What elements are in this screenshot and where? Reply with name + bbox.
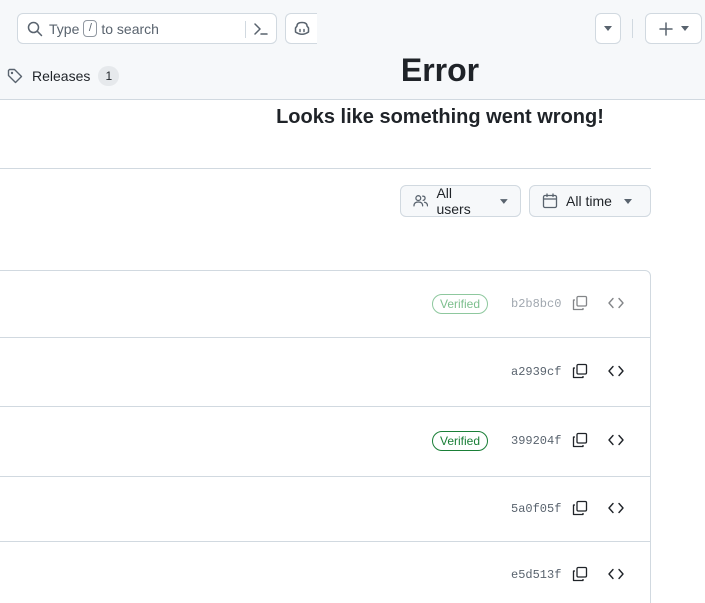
commit-sha-link[interactable]: a2939cf xyxy=(511,365,561,379)
triangle-down-icon xyxy=(604,26,612,31)
search-icon xyxy=(27,21,43,36)
command-palette-icon[interactable] xyxy=(252,20,270,38)
copy-icon[interactable] xyxy=(572,566,588,582)
triangle-down-icon xyxy=(500,198,508,204)
commit-row: Verified b2b8bc0 xyxy=(0,271,650,338)
verified-badge[interactable]: Verified xyxy=(432,431,489,451)
commit-row: Verified 399204f xyxy=(0,407,650,477)
commit-list: Verified b2b8bc0 a2939cf Verified 399204… xyxy=(0,270,651,603)
copy-icon[interactable] xyxy=(572,363,588,379)
header-divider xyxy=(632,19,633,38)
code-icon[interactable] xyxy=(608,363,624,379)
code-icon[interactable] xyxy=(608,432,624,448)
search-shortcut-key: / xyxy=(83,20,98,37)
create-new-button[interactable] xyxy=(645,13,702,44)
search-input[interactable]: Type / to search xyxy=(17,13,277,44)
search-divider xyxy=(245,21,246,38)
commit-sha-link[interactable]: b2b8bc0 xyxy=(511,297,561,311)
code-icon[interactable] xyxy=(608,566,624,582)
users-filter-button[interactable]: All users xyxy=(400,185,521,217)
users-filter-label: All users xyxy=(436,185,471,217)
commit-row: e5d513f xyxy=(0,542,650,603)
copilot-icon xyxy=(294,21,309,35)
copy-icon[interactable] xyxy=(572,500,588,516)
copilot-button[interactable] xyxy=(285,13,317,44)
plus-icon xyxy=(658,21,673,36)
triangle-down-icon xyxy=(623,198,632,204)
commit-row: 5a0f05f xyxy=(0,477,650,542)
code-icon[interactable] xyxy=(608,295,624,311)
triangle-down-icon xyxy=(680,26,689,31)
time-filter-label: All time xyxy=(566,193,612,209)
people-icon xyxy=(413,195,429,207)
copy-icon[interactable] xyxy=(572,432,588,448)
search-placeholder-prefix: Type xyxy=(49,20,80,37)
error-title: Error xyxy=(400,52,480,88)
calendar-icon xyxy=(542,193,558,209)
search-placeholder-suffix: to search xyxy=(101,20,159,37)
error-message: Looks like something went wrong! xyxy=(276,106,604,128)
verified-badge[interactable]: Verified xyxy=(432,294,489,314)
commit-sha-link[interactable]: 399204f xyxy=(511,434,561,448)
time-filter-button[interactable]: All time xyxy=(529,185,651,217)
commit-sha-link[interactable]: e5d513f xyxy=(511,568,561,582)
commit-sha-link[interactable]: 5a0f05f xyxy=(511,502,561,516)
copy-icon[interactable] xyxy=(572,295,588,311)
section-divider xyxy=(0,168,651,169)
commit-row: a2939cf xyxy=(0,338,650,407)
code-icon[interactable] xyxy=(608,500,624,516)
copilot-dropdown-button[interactable] xyxy=(595,13,621,44)
